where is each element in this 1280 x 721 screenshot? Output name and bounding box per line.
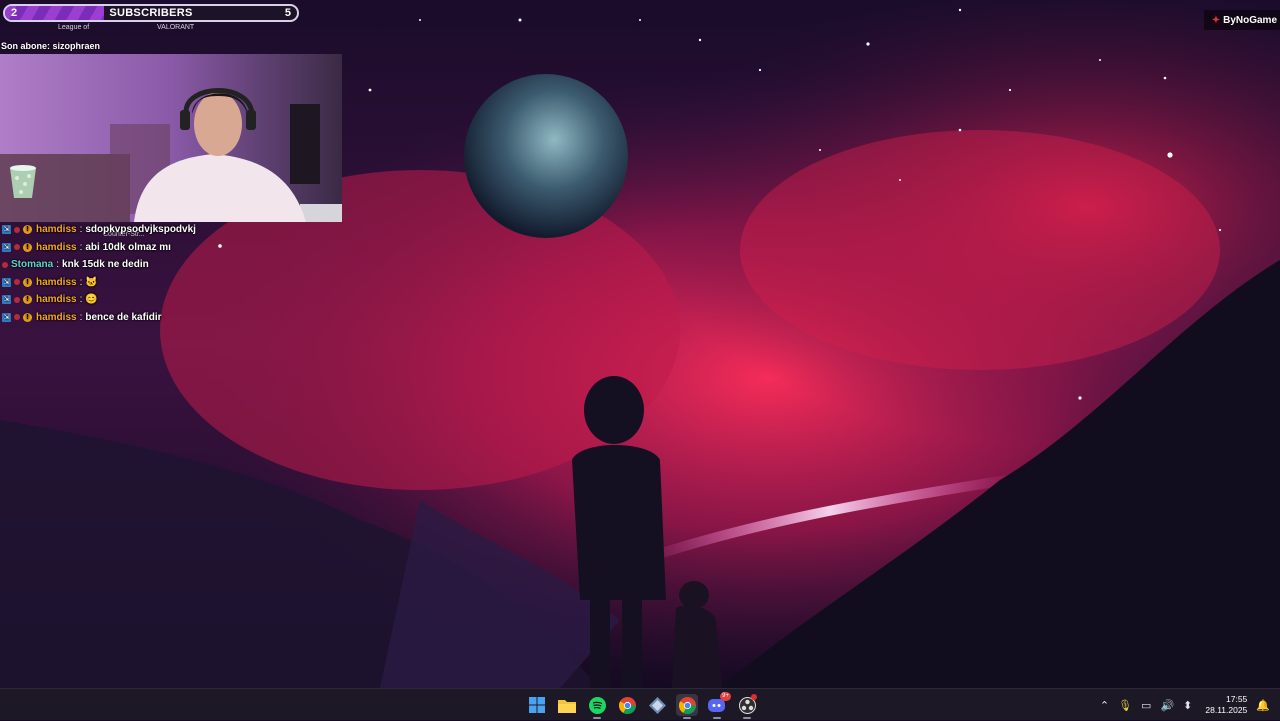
chat-message-text: bence de kafidir — [85, 311, 162, 323]
chat-username[interactable]: hamdiss — [36, 242, 77, 253]
file-explorer-icon[interactable] — [556, 694, 578, 716]
chat-separator: : — [79, 311, 83, 323]
discord-icon[interactable]: 9+ — [706, 692, 731, 719]
app-icon[interactable] — [646, 694, 668, 716]
chat-username[interactable]: hamdiss — [36, 277, 77, 288]
system-tray: ⌃ 🎙 ▭ 🔊 ⬍ 17:55 28.11.2025 🔔 — [1100, 689, 1270, 721]
webcam-feed — [0, 54, 342, 222]
logo-text: ByNoGame — [1223, 14, 1277, 26]
category-label-left: League of — [58, 24, 90, 31]
chat-message: ⇲! hamdiss: 🐱 — [2, 274, 342, 292]
bits-badge-icon: ! — [23, 295, 32, 305]
category-label-right: VALORANT — [157, 24, 195, 31]
battery-icon[interactable]: ⬍ — [1183, 699, 1192, 712]
sub-badge-icon — [14, 296, 20, 303]
chrome-icon[interactable] — [616, 694, 638, 716]
subscriber-goal-bar: 2 SUBSCRIBERS 5 — [3, 4, 299, 22]
chat-message-text: abi 10dk olmaz mı — [85, 241, 171, 253]
chat-message-text: sdopkvpsodvjkspodvkj — [85, 224, 196, 236]
bits-badge-icon: ! — [23, 225, 32, 235]
taskbar: 9+ ⌃ 🎙 ▭ 🔊 ⬍ 17:55 28.11.2025 🔔 — [0, 688, 1280, 720]
network-icon[interactable]: ▭ — [1141, 699, 1151, 712]
chat-username[interactable]: hamdiss — [36, 312, 77, 323]
subscriber-target: 5 — [284, 7, 291, 19]
smile-emote: 😊 — [85, 294, 98, 306]
sub-badge-icon — [2, 261, 8, 268]
chat-separator: : — [79, 276, 83, 288]
windows-start-icon[interactable] — [526, 694, 548, 716]
bynogame-logo-icon: ✦ — [1211, 14, 1221, 26]
spotify-icon[interactable] — [586, 694, 608, 719]
sub-badge-icon — [14, 314, 20, 321]
bits-badge-icon: ! — [23, 242, 32, 252]
microphone-icon[interactable]: 🎙 — [1118, 699, 1132, 712]
volume-icon[interactable]: 🔊 — [1160, 699, 1174, 712]
recording-dot-icon — [751, 694, 757, 700]
prime-badge-icon: ⇲ — [2, 295, 11, 305]
subscriber-goal-label: SUBSCRIBERS — [109, 7, 193, 19]
bits-badge-icon: ! — [23, 312, 32, 322]
chat-list: ⇲! hamdiss: sdopkvpsodvjkspodvkj ⇲! hamdiss:… — [2, 221, 342, 326]
chat-message: ⇲! hamdiss: bence de kafidir — [2, 309, 342, 327]
prime-badge-icon: ⇲ — [2, 242, 11, 252]
cat-emote: 🐱 — [85, 276, 98, 288]
bits-badge-icon: ! — [23, 277, 32, 287]
chrome-icon[interactable] — [676, 694, 698, 719]
chat-message-text: knk 15dk ne dedin — [62, 259, 149, 271]
last-subscriber: Son abone: sizophraen — [1, 41, 101, 51]
clock-date: 28.11.2025 — [1205, 705, 1248, 715]
chat-username[interactable]: hamdiss — [36, 294, 77, 305]
clock[interactable]: 17:55 28.11.2025 — [1205, 694, 1247, 716]
chat-separator: : — [79, 294, 83, 306]
chat-message: ⇲! hamdiss: abi 10dk olmaz mı — [2, 239, 342, 257]
sub-badge-icon — [14, 279, 20, 286]
chat-username[interactable]: hamdiss — [36, 224, 77, 235]
bynogame-logo: ✦ ByNoGame — [1204, 10, 1280, 30]
sub-badge-icon — [14, 244, 20, 251]
chat-message: ⇲! hamdiss: 😊 — [2, 291, 342, 309]
prime-badge-icon: ⇲ — [2, 225, 11, 235]
chat-separator: : — [56, 259, 60, 271]
clock-time: 17:55 — [1226, 694, 1248, 704]
chevron-up-icon[interactable]: ⌃ — [1100, 699, 1109, 712]
chat-message: ⇲! hamdiss: sdopkvpsodvjkspodvkj — [2, 221, 342, 239]
notification-bell-icon[interactable]: 🔔 — [1256, 699, 1270, 712]
chat-separator: : — [79, 241, 83, 253]
obs-icon[interactable] — [736, 694, 758, 719]
cup-icon — [10, 165, 36, 198]
sub-badge-icon — [14, 226, 20, 233]
chat-separator: : — [79, 224, 83, 236]
prime-badge-icon: ⇲ — [2, 312, 11, 322]
discord-badge: 9+ — [720, 692, 731, 701]
prime-badge-icon: ⇲ — [2, 277, 11, 287]
chat-username[interactable]: Stomana — [11, 259, 53, 270]
chat-message: Stomana: knk 15dk ne dedin — [2, 256, 342, 274]
